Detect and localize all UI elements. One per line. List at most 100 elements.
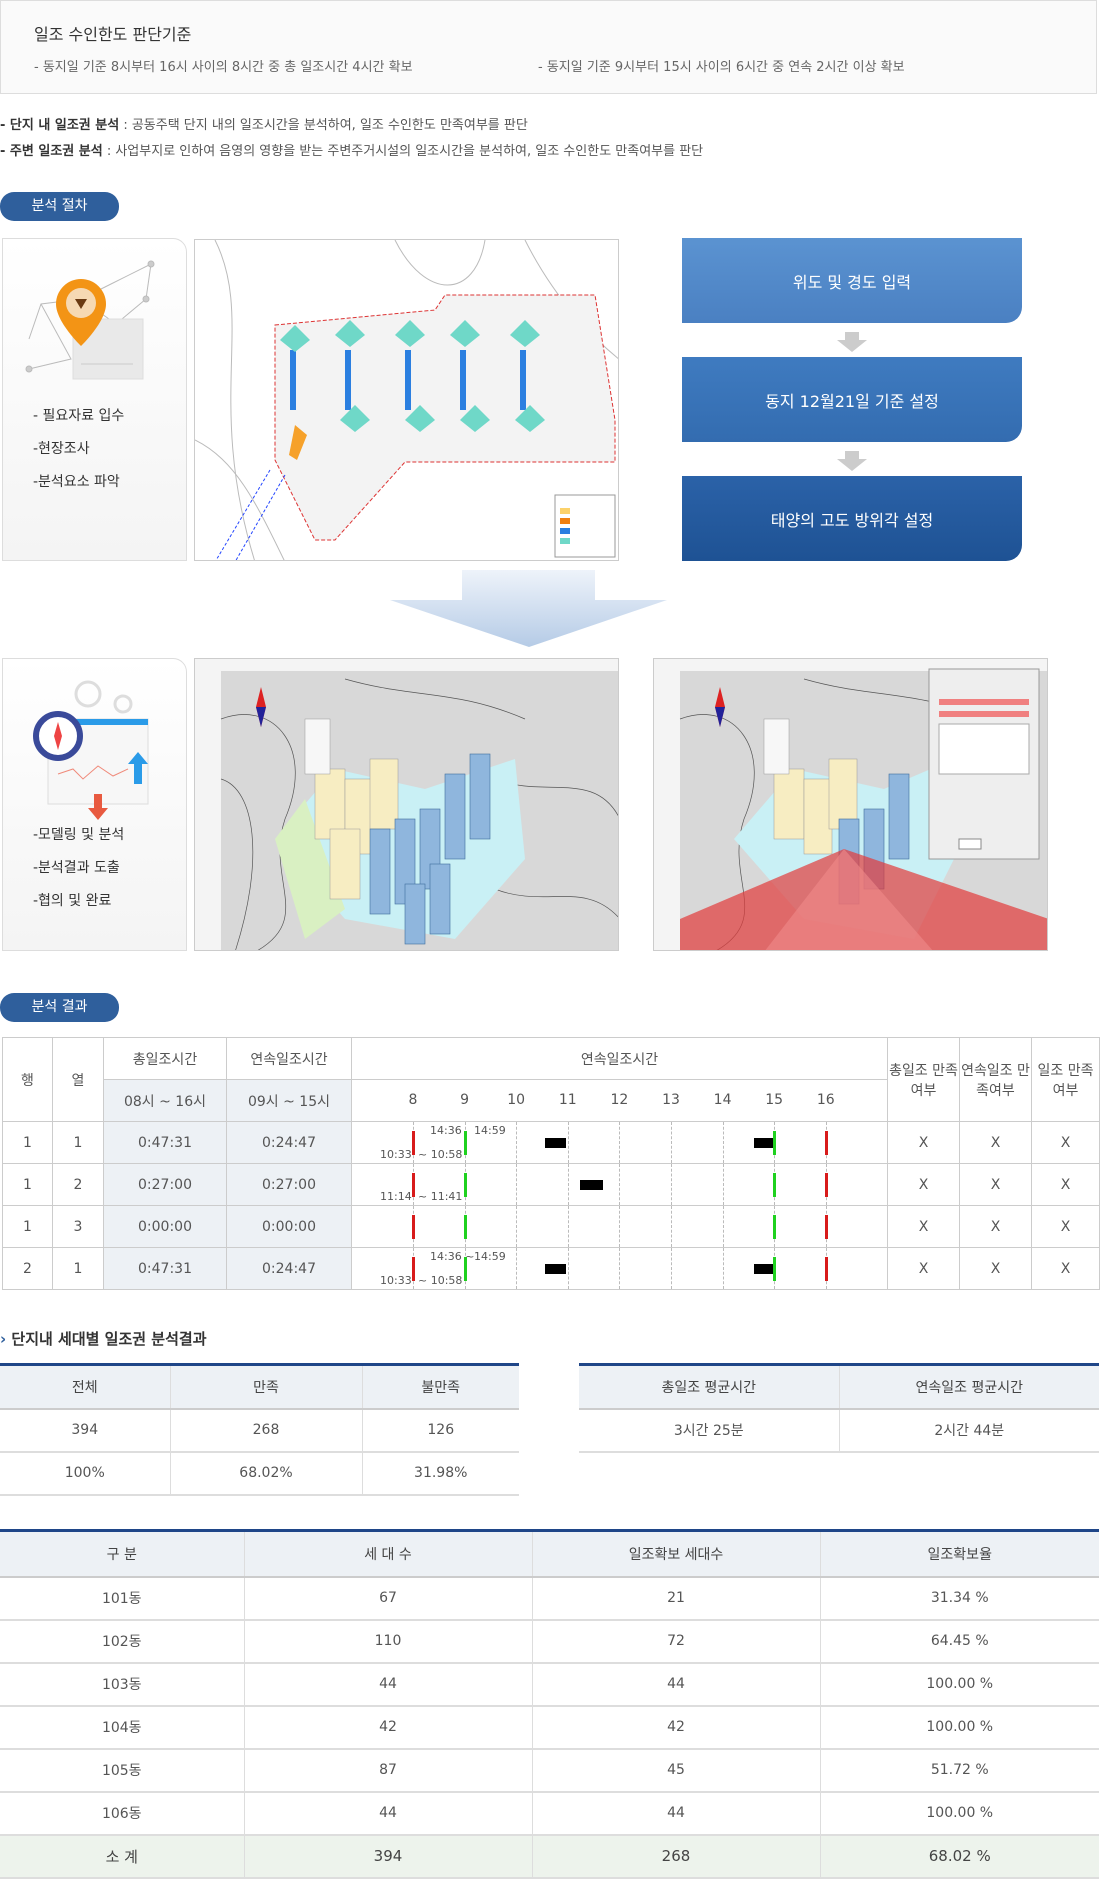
average-cell: 2시간 44분 <box>839 1408 1099 1453</box>
criteria-title: 일조 수인한도 판단기준 <box>34 25 192 44</box>
header-cont-ok: 연속일조 만족여부 <box>959 1037 1032 1122</box>
limit-marker <box>824 1257 828 1281</box>
site-plan-image <box>194 239 619 561</box>
arrow-down-icon <box>837 332 867 352</box>
big-arrow-down-icon <box>390 570 667 647</box>
building-cell: 100.00 % <box>820 1662 1099 1707</box>
criteria-item: - 동지일 기준 9시부터 15시 사이의 6시간 중 연속 2시간 이상 확보 <box>538 60 905 75</box>
criteria-item: - 동지일 기준 8시부터 16시 사이의 8시간 중 총 일조시간 4시간 확… <box>34 60 413 75</box>
limit-marker <box>824 1173 828 1197</box>
hour-gridline <box>722 1164 724 1205</box>
cont-range: 09시 ~ 15시 <box>226 1079 352 1122</box>
table-row: 1 1 0:47:31 0:24:47 10:33 ~ 10:58 14:36 14:59 X X… <box>2 1121 1100 1164</box>
hour-gridline <box>671 1164 672 1205</box>
result-badge: 분석 결과 <box>0 993 119 1022</box>
limit-marker <box>412 1173 415 1197</box>
building-cell: 64.45 % <box>820 1619 1099 1664</box>
time-label: 14:59 <box>474 1124 506 1137</box>
total-ok-cell: X <box>887 1163 960 1206</box>
time-label: 11:14 <box>380 1190 412 1203</box>
building-header: 세 대 수 <box>244 1530 533 1578</box>
limit-marker <box>412 1131 415 1155</box>
building-cell: 67 <box>244 1576 533 1621</box>
building-header: 일조확보 세대수 <box>532 1530 821 1578</box>
row-cell: 1 <box>2 1121 53 1164</box>
building-cell: 101동 <box>0 1576 245 1621</box>
timeline-cell: 10:33 ~ 10:58 14:36 ~14:59 <box>351 1247 888 1290</box>
time-label: 14:59 <box>474 1250 506 1263</box>
header-ok: 일조 만족여부 <box>1031 1037 1100 1122</box>
building-header: 구 분 <box>0 1530 245 1578</box>
total-cell: 소 계 <box>0 1834 245 1879</box>
hour-gridline <box>722 1248 724 1289</box>
building-cell: 44 <box>244 1791 533 1836</box>
building-cell: 42 <box>532 1705 821 1750</box>
analysis-line: - 단지 내 일조권 분석 : 공동주택 단지 내의 일조시간을 분석하여, 일… <box>0 114 528 133</box>
hour-gridline <box>619 1164 621 1205</box>
header-timeline: 연속일조시간 <box>351 1037 888 1080</box>
hour-label: 13 <box>662 1092 680 1108</box>
ok-cell: X <box>1031 1121 1100 1164</box>
timeline-cell: 11:14 ~ 11:41 <box>351 1163 888 1206</box>
time-label: ~ 11:41 <box>418 1190 463 1203</box>
building-cell: 44 <box>244 1662 533 1707</box>
range-marker <box>463 1173 467 1197</box>
average-table: 총일조 평균시간 연속일조 평균시간 3시간 25분 2시간 44분 <box>579 1363 1099 1453</box>
data-collection-panel: - 필요자료 입수 -현장조사 -분석요소 파악 <box>2 238 187 561</box>
limit-marker <box>412 1257 415 1281</box>
building-header: 일조확보율 <box>820 1530 1099 1578</box>
hour-gridline <box>722 1206 724 1247</box>
header-cont: 연속일조시간 <box>226 1037 352 1080</box>
cont-cell: 0:27:00 <box>226 1163 352 1206</box>
building-cell: 42 <box>244 1705 533 1750</box>
hour-label: 15 <box>765 1092 784 1108</box>
building-cell: 103동 <box>0 1662 245 1707</box>
table-row: 1 2 0:27:00 0:27:00 11:14 ~ 11:41 X X X <box>2 1163 1100 1206</box>
col-cell: 1 <box>52 1121 104 1164</box>
table-row: 103동 44 44 100.00 % <box>0 1662 1099 1707</box>
panel-item: -분석결과 도출 <box>33 860 120 876</box>
arrow-down-icon <box>837 451 867 471</box>
hour-gridline <box>671 1248 672 1289</box>
building-cell: 51.72 % <box>820 1748 1099 1793</box>
building-cell: 105동 <box>0 1748 245 1793</box>
hour-gridline <box>671 1122 672 1163</box>
total-cell: 0:00:00 <box>103 1205 227 1248</box>
range-marker <box>463 1131 467 1155</box>
summary-cell: 68.02% <box>170 1451 363 1496</box>
timeline-cell: 10:33 ~ 10:58 14:36 14:59 <box>351 1121 888 1164</box>
building-cell: 87 <box>244 1748 533 1793</box>
building-cell: 44 <box>532 1662 821 1707</box>
cont-ok-cell: X <box>959 1121 1032 1164</box>
building-cell: 72 <box>532 1619 821 1664</box>
row-cell: 1 <box>2 1163 53 1206</box>
hour-gridline <box>567 1164 569 1205</box>
analysis-label: - 주변 일조권 분석 <box>0 144 103 159</box>
summary-header: 만족 <box>170 1364 363 1410</box>
building-cell: 106동 <box>0 1791 245 1836</box>
summary-header: 전체 <box>0 1364 171 1410</box>
building-cell: 31.34 % <box>820 1576 1099 1621</box>
step-winter-solstice: 동지 12월21일 기준 설정 <box>682 357 1022 442</box>
3d-model-screenshot <box>194 658 619 951</box>
hour-gridline <box>516 1164 518 1205</box>
analysis-label: - 단지 내 일조권 분석 <box>0 118 120 133</box>
cont-cell: 0:00:00 <box>226 1205 352 1248</box>
summary-cell: 268 <box>170 1408 363 1453</box>
table-row: 2 1 0:47:31 0:24:47 10:33 ~ 10:58 14:36 ~14:59… <box>2 1247 1100 1290</box>
range-marker <box>463 1215 467 1239</box>
cont-cell: 0:24:47 <box>226 1121 352 1164</box>
building-cell: 110 <box>244 1619 533 1664</box>
total-ok-cell: X <box>887 1247 960 1290</box>
shadow-analysis-screenshot <box>653 658 1048 951</box>
hour-gridline <box>516 1206 518 1247</box>
analysis-desc: : 사업부지로 인하여 음영의 영향을 받는 주변주거시설의 일조시간을 분석하… <box>102 144 704 159</box>
sunlight-segment <box>544 1264 567 1274</box>
hour-label: 16 <box>816 1092 835 1108</box>
hour-gridline <box>619 1122 621 1163</box>
total-ok-cell: X <box>887 1205 960 1248</box>
hour-label: 11 <box>558 1092 577 1108</box>
location-pin-icon <box>25 260 155 380</box>
building-cell: 44 <box>532 1791 821 1836</box>
step-lat-long: 위도 및 경도 입력 <box>682 238 1022 323</box>
